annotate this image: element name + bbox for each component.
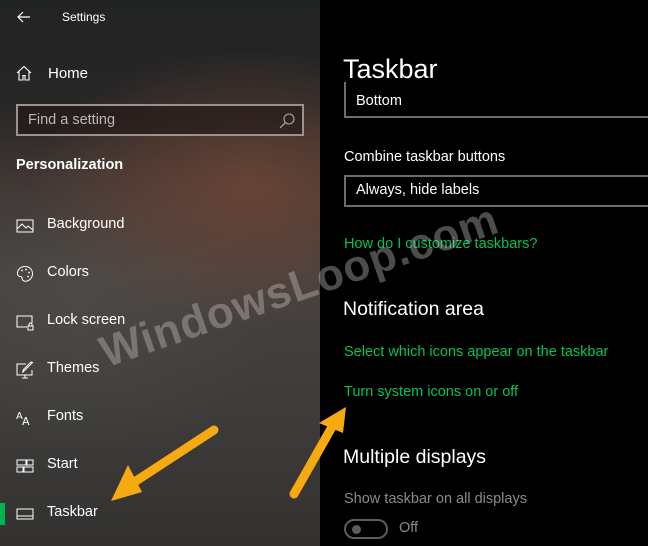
lock-screen-icon bbox=[16, 315, 34, 331]
sidebar-item-label: Themes bbox=[47, 360, 100, 376]
taskbar-location-value: Bottom bbox=[356, 93, 402, 109]
taskbar-settings-page: Taskbar Bottom Combine taskbar buttons A… bbox=[320, 0, 648, 546]
page-title: Taskbar bbox=[343, 54, 438, 84]
combine-buttons-label: Combine taskbar buttons bbox=[344, 149, 506, 165]
app-title: Settings bbox=[62, 10, 106, 24]
multiple-displays-heading: Multiple displays bbox=[343, 446, 487, 468]
fonts-icon: A A bbox=[16, 411, 30, 427]
sidebar-item-themes[interactable]: Themes bbox=[0, 348, 320, 392]
palette-icon bbox=[16, 265, 34, 282]
sidebar-item-lock-screen[interactable]: Lock screen bbox=[0, 300, 320, 344]
show-all-displays-toggle[interactable] bbox=[344, 519, 388, 539]
sidebar-item-label: Start bbox=[47, 456, 78, 472]
sidebar-item-label: Lock screen bbox=[47, 312, 126, 328]
image-icon bbox=[16, 219, 34, 233]
themes-icon bbox=[16, 361, 34, 379]
svg-text:A: A bbox=[22, 415, 30, 427]
sidebar-item-fonts[interactable]: A A Fonts bbox=[0, 396, 320, 440]
arrow-left-icon bbox=[17, 11, 30, 23]
customize-taskbars-link[interactable]: How do I customize taskbars? bbox=[344, 236, 537, 252]
home-icon bbox=[16, 65, 32, 81]
back-button[interactable] bbox=[12, 6, 36, 28]
show-all-displays-label: Show taskbar on all displays bbox=[344, 491, 527, 507]
sidebar-item-label: Colors bbox=[47, 264, 89, 280]
notification-area-heading: Notification area bbox=[343, 298, 484, 320]
sidebar-item-taskbar[interactable]: Taskbar bbox=[0, 492, 320, 536]
system-icons-link[interactable]: Turn system icons on or off bbox=[344, 384, 518, 400]
combine-buttons-dropdown[interactable]: Always, hide labels bbox=[344, 175, 648, 207]
search-box[interactable] bbox=[16, 104, 304, 136]
settings-sidebar: Settings Home Personalization Background… bbox=[0, 0, 320, 546]
sidebar-item-label: Background bbox=[47, 216, 125, 232]
toggle-knob bbox=[352, 525, 361, 534]
taskbar-icon bbox=[16, 508, 34, 520]
start-tiles-icon bbox=[16, 459, 34, 473]
home-label: Home bbox=[48, 64, 89, 82]
search-icon[interactable] bbox=[278, 112, 296, 130]
sidebar-item-start[interactable]: Start bbox=[0, 444, 320, 488]
toggle-state-label: Off bbox=[399, 520, 419, 536]
sidebar-item-background[interactable]: Background bbox=[0, 204, 320, 248]
sidebar-item-label: Fonts bbox=[47, 408, 84, 424]
combine-buttons-value: Always, hide labels bbox=[356, 182, 480, 198]
section-title: Personalization bbox=[16, 157, 124, 173]
search-input[interactable] bbox=[18, 106, 302, 134]
sidebar-item-colors[interactable]: Colors bbox=[0, 252, 320, 296]
sidebar-item-home[interactable]: Home bbox=[16, 62, 88, 84]
sidebar-item-label: Taskbar bbox=[47, 504, 98, 520]
active-indicator bbox=[0, 503, 5, 525]
taskbar-location-dropdown[interactable]: Bottom bbox=[344, 82, 648, 118]
title-bar: Settings bbox=[0, 0, 320, 36]
select-icons-link[interactable]: Select which icons appear on the taskbar bbox=[344, 344, 608, 360]
